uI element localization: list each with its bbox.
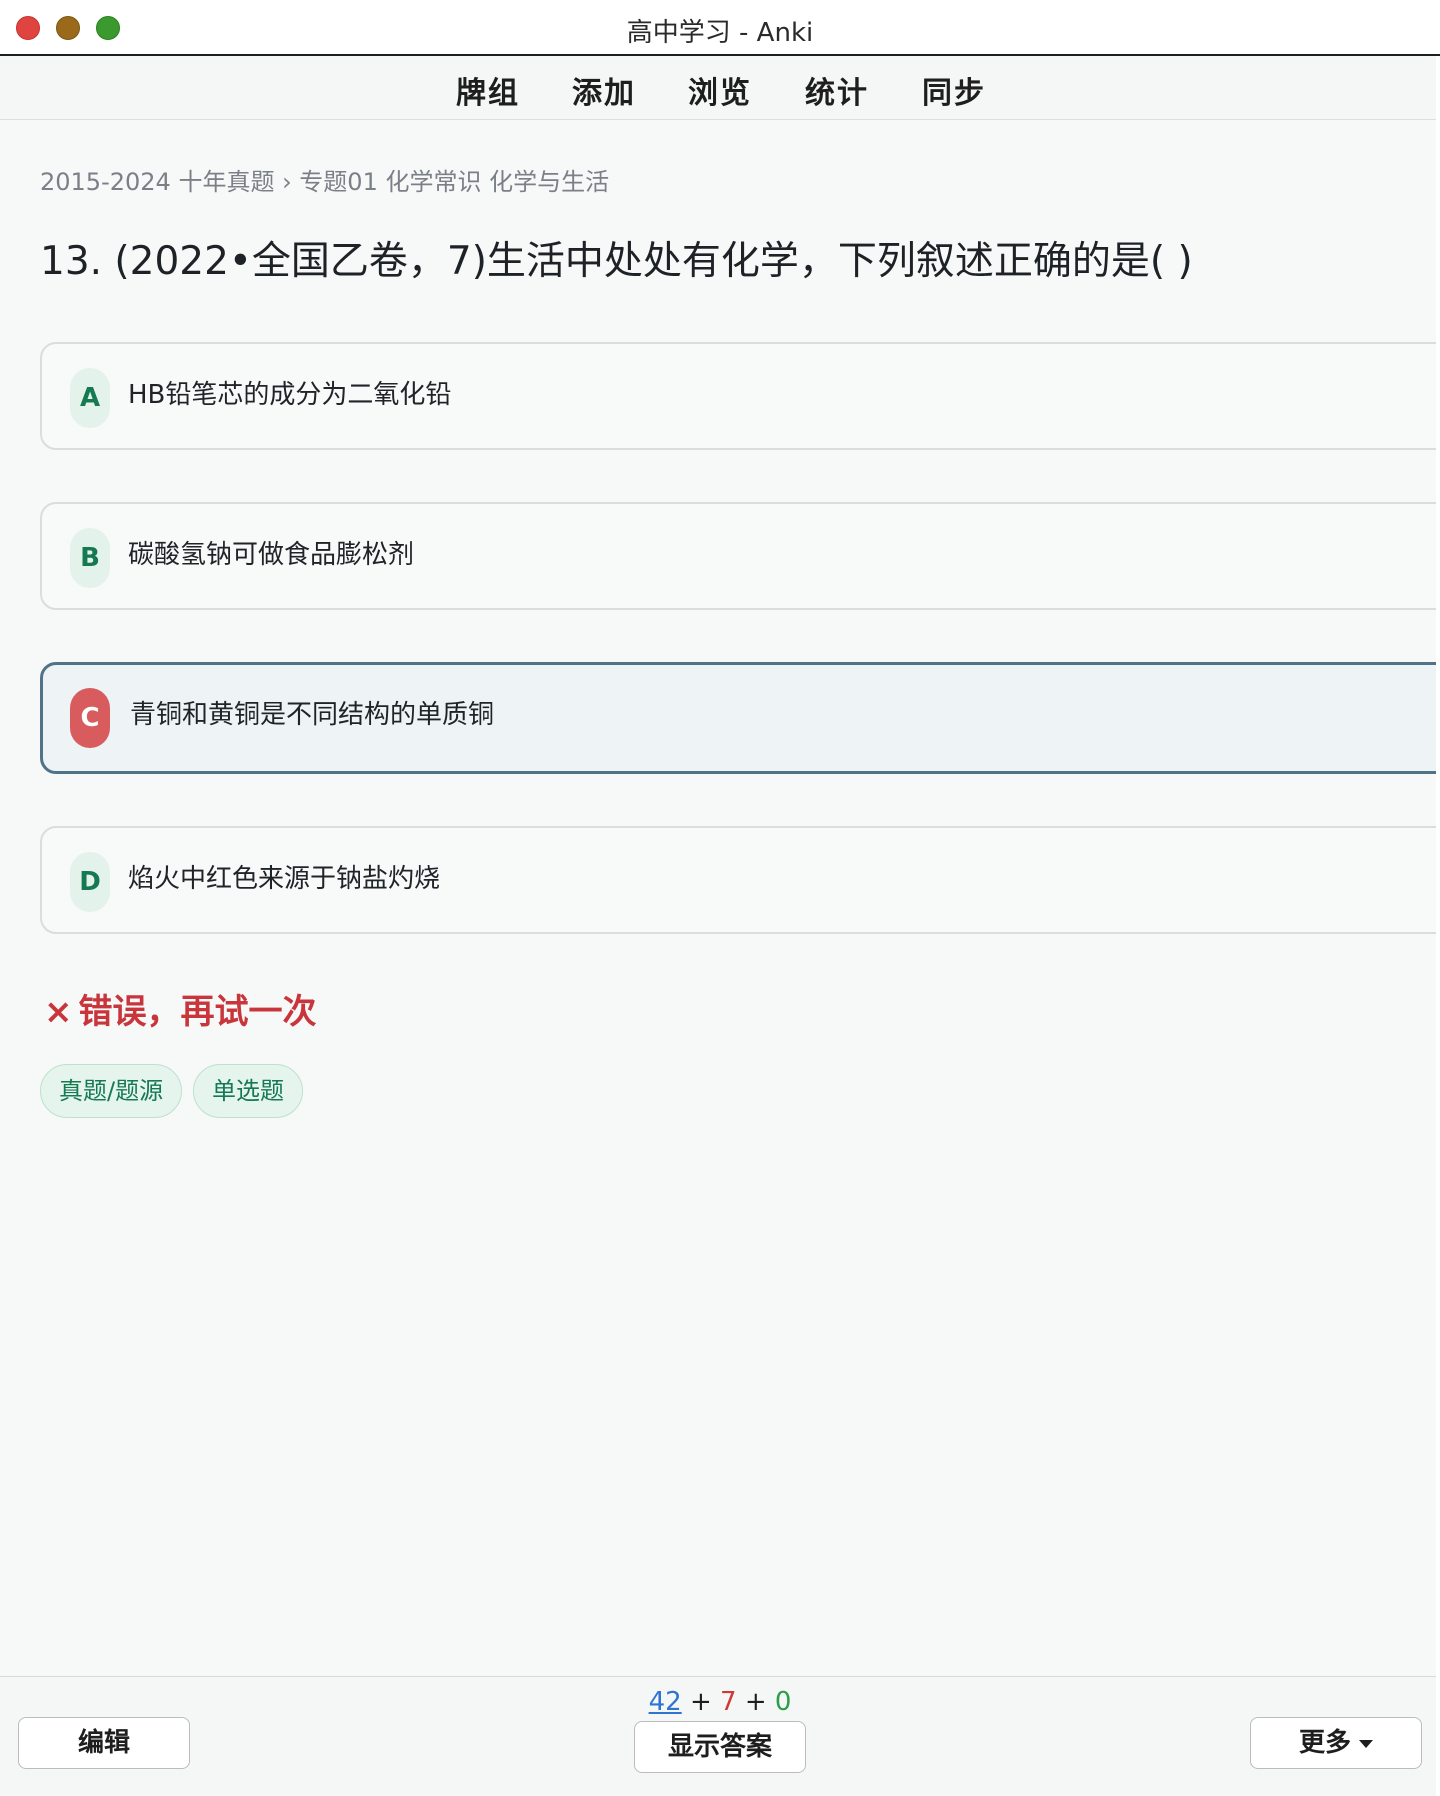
- toolbar-add[interactable]: 添加: [572, 68, 636, 112]
- count-separator: +: [689, 1687, 712, 1717]
- option-d[interactable]: D 焰火中红色来源于钠盐灼烧: [40, 826, 1440, 934]
- edit-button[interactable]: 编辑: [18, 1717, 190, 1769]
- anki-window: 高中学习 - Anki 牌组 添加 浏览 统计 同步 2015-2024 十年真…: [0, 0, 1440, 1796]
- more-label: 更多: [1298, 1728, 1351, 1758]
- option-d-text: 焰火中红色来源于钠盐灼烧: [128, 864, 441, 894]
- show-answer-button[interactable]: 显示答案: [634, 1721, 806, 1773]
- option-a-text: HB铅笔芯的成分为二氧化铅: [128, 380, 452, 410]
- wrong-answer-feedback: × 错误，再试一次: [44, 984, 317, 1033]
- new-count[interactable]: 42: [649, 1687, 682, 1717]
- option-d-badge: D: [70, 852, 110, 912]
- deck-breadcrumb: 2015-2024 十年真题 › 专题01 化学常识 化学与生活: [40, 168, 610, 196]
- more-button[interactable]: 更多: [1250, 1717, 1422, 1769]
- main-toolbar: 牌组 添加 浏览 统计 同步: [0, 56, 1440, 120]
- window-title: 高中学习 - Anki: [626, 18, 814, 48]
- option-c[interactable]: C 青铜和黄铜是不同结构的单质铜: [40, 662, 1440, 774]
- option-b-text: 碳酸氢钠可做食品膨松剂: [128, 540, 415, 570]
- option-b-badge: B: [70, 528, 110, 588]
- toolbar-sync[interactable]: 同步: [922, 68, 986, 112]
- option-c-text: 青铜和黄铜是不同结构的单质铜: [130, 700, 495, 730]
- cross-icon: ×: [44, 992, 73, 1032]
- toolbar-stats[interactable]: 统计: [805, 68, 869, 112]
- window-right-edge: [1436, 56, 1440, 1796]
- option-c-badge: C: [70, 688, 110, 748]
- tag-source[interactable]: 真题/题源: [40, 1064, 183, 1118]
- review-count: 0: [774, 1687, 792, 1717]
- toolbar-decks[interactable]: 牌组: [456, 68, 520, 112]
- count-separator: +: [744, 1687, 767, 1717]
- tag-single-choice[interactable]: 单选题: [193, 1064, 303, 1118]
- chevron-down-icon: [1359, 1739, 1373, 1748]
- title-bar: 高中学习 - Anki: [0, 0, 1440, 56]
- toolbar-browse[interactable]: 浏览: [688, 68, 752, 112]
- learn-count: 7: [720, 1687, 737, 1717]
- bottom-bar: 编辑 42 + 7 + 0 显示答案 更多: [0, 1676, 1440, 1796]
- question-text: 13. (2022•全国乙卷，7)生活中处处有化学，下列叙述正确的是( ): [40, 239, 1193, 284]
- option-a[interactable]: A HB铅笔芯的成分为二氧化铅: [40, 342, 1440, 450]
- feedback-text: 错误，再试一次: [78, 992, 317, 1032]
- option-b[interactable]: B 碳酸氢钠可做食品膨松剂: [40, 502, 1440, 610]
- due-counts: 42 + 7 + 0: [0, 1687, 1440, 1717]
- option-a-badge: A: [70, 368, 110, 428]
